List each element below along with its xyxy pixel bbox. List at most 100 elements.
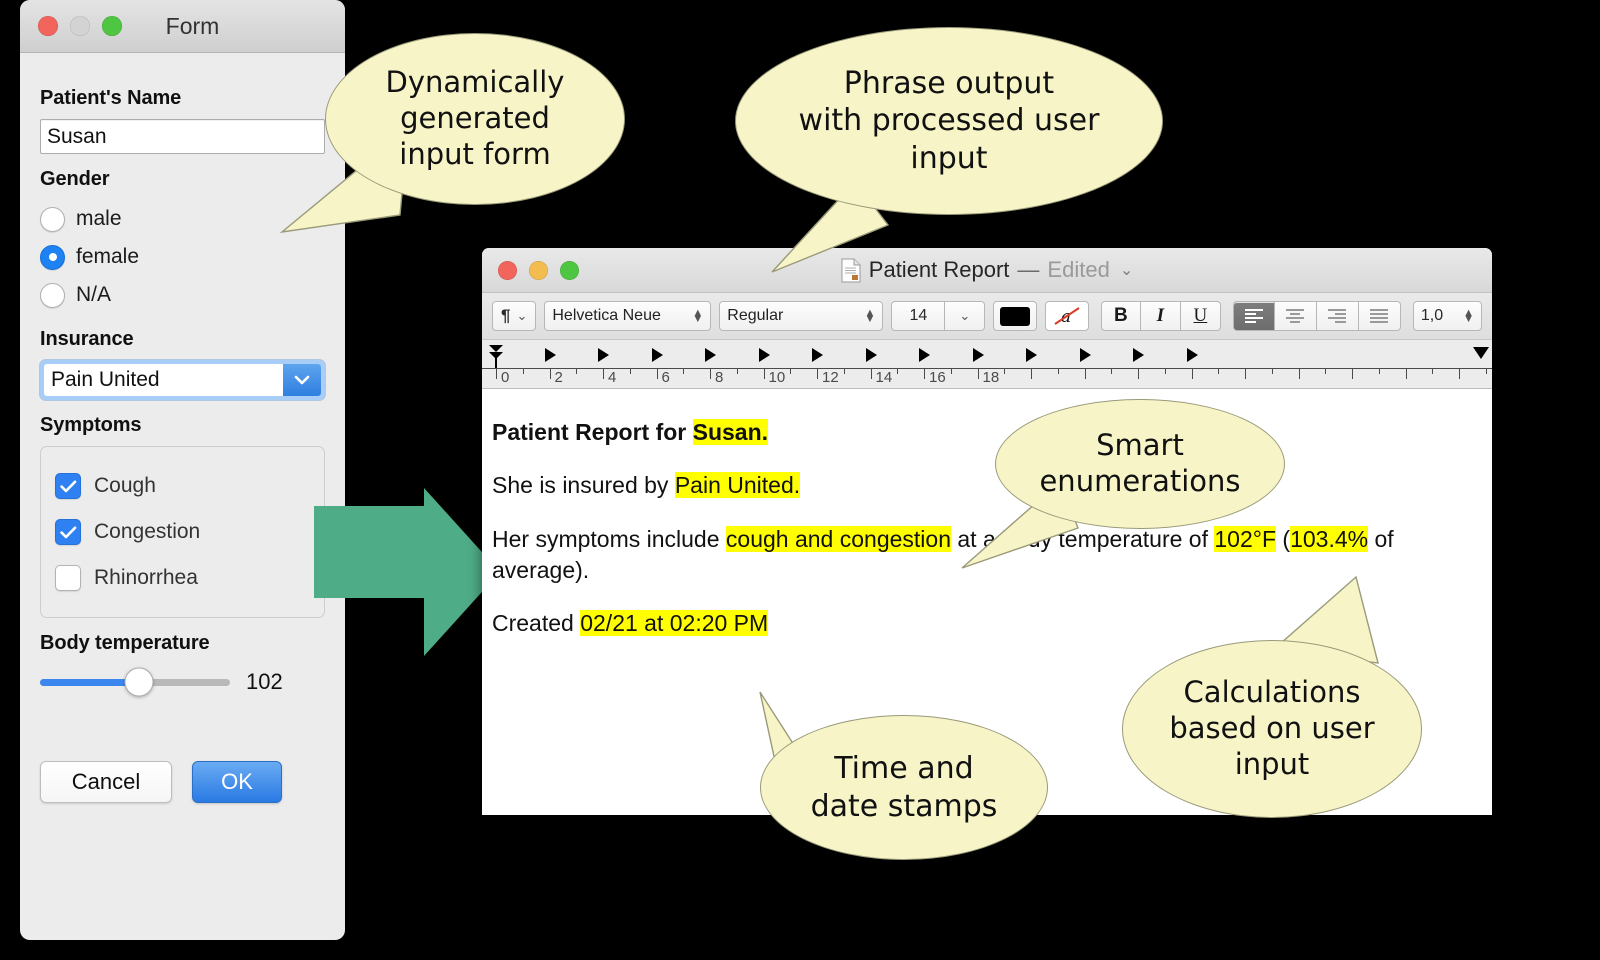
minimize-button-icon[interactable] xyxy=(70,16,90,36)
gender-option-label: male xyxy=(76,207,122,230)
ruler-tick xyxy=(603,368,604,379)
checkbox-checked-icon[interactable] xyxy=(55,473,81,499)
stepper-icon: ▲ ▼ xyxy=(1463,307,1475,325)
ruler-tick xyxy=(1218,368,1220,374)
chevron-down-icon: ⌄ xyxy=(959,308,971,323)
radio-icon[interactable] xyxy=(40,206,65,232)
line-spacing-select[interactable]: 1,0 ▲ ▼ xyxy=(1412,301,1483,331)
radio-selected-icon[interactable] xyxy=(40,244,65,270)
ruler-tick xyxy=(1432,368,1434,374)
tab-stop-marker-icon[interactable] xyxy=(1186,348,1198,362)
font-size-input[interactable]: 14 xyxy=(891,301,946,331)
ruler-tick xyxy=(1352,368,1353,379)
callout-text: Calculations based on user input xyxy=(1169,675,1375,781)
align-right-button[interactable] xyxy=(1316,301,1359,331)
align-center-button[interactable] xyxy=(1274,301,1317,331)
body-temperature-slider-row: 102 xyxy=(40,667,325,697)
symptom-label: Cough xyxy=(94,474,156,497)
font-size-dropdown-button[interactable]: ⌄ xyxy=(945,301,986,331)
stepper-icon: ▲ ▼ xyxy=(692,307,704,325)
ok-button[interactable]: OK xyxy=(192,761,282,803)
ruler-tick xyxy=(1164,368,1166,374)
ruler-number: 4 xyxy=(608,369,617,386)
align-justify-icon xyxy=(1370,309,1389,323)
checkbox-icon[interactable] xyxy=(55,565,81,591)
highlight-color-button[interactable]: a xyxy=(1045,301,1089,331)
highlighted-run: 02/21 at 02:20 PM xyxy=(580,610,769,637)
gender-radio-female[interactable]: female xyxy=(40,238,325,276)
align-justify-button[interactable] xyxy=(1358,301,1401,331)
tab-stop-marker-icon[interactable] xyxy=(544,348,556,362)
tab-stop-marker-icon[interactable] xyxy=(598,348,609,362)
insurance-label: Insurance xyxy=(40,328,134,350)
tab-stop-marker-icon[interactable] xyxy=(758,348,770,362)
text-color-button[interactable] xyxy=(993,301,1038,331)
italic-button[interactable]: I xyxy=(1140,301,1181,331)
align-left-button[interactable] xyxy=(1232,301,1275,331)
ruler-tick xyxy=(736,368,738,374)
paragraph-style-button[interactable]: ¶ ⌄ xyxy=(492,301,537,331)
callout-bubble: Smart enumerations xyxy=(995,399,1285,529)
tab-stop-marker-icon[interactable] xyxy=(1026,348,1037,362)
ruler-tick xyxy=(790,368,792,374)
close-button-icon[interactable] xyxy=(38,16,58,36)
ruler-tick xyxy=(710,368,711,379)
chevron-down-icon: ⌄ xyxy=(516,308,528,323)
ruler-tick xyxy=(924,368,925,379)
text-run: She is insured by xyxy=(492,472,675,499)
cancel-button[interactable]: Cancel xyxy=(40,761,172,803)
tab-stop-marker-icon[interactable] xyxy=(1133,348,1144,362)
font-size-group: 14 ⌄ xyxy=(891,301,986,331)
radio-icon[interactable] xyxy=(40,282,65,308)
insurance-select-focusring: Pain United xyxy=(40,360,325,400)
underline-button[interactable]: U xyxy=(1180,301,1221,331)
slider-knob[interactable] xyxy=(124,667,154,697)
minimize-button-icon[interactable] xyxy=(529,260,548,280)
chevron-down-icon[interactable]: ⌄ xyxy=(1120,260,1133,280)
bold-button[interactable]: B xyxy=(1100,301,1141,331)
callout-bubble: Dynamically generated input form xyxy=(325,33,625,205)
title-dash: — xyxy=(1017,257,1040,282)
gender-radio-na[interactable]: N/A xyxy=(40,276,325,314)
color-swatch-icon xyxy=(1000,306,1031,326)
tab-stop-marker-icon[interactable] xyxy=(705,348,716,362)
ruler-tick xyxy=(629,368,631,374)
ruler-number: 10 xyxy=(768,369,786,386)
body-temperature-slider[interactable] xyxy=(40,667,230,697)
tab-stop-marker-icon[interactable] xyxy=(1079,348,1091,362)
highlighted-run: Pain United. xyxy=(674,472,801,499)
patient-name-label: Patient's Name xyxy=(40,87,182,109)
gender-option-label: female xyxy=(76,245,140,268)
ruler-tick xyxy=(1245,368,1246,379)
insurance-select[interactable]: Pain United xyxy=(44,364,321,396)
ruler-tick xyxy=(1191,368,1193,379)
symptom-checkbox-cough[interactable]: Cough xyxy=(55,463,310,509)
font-style-select[interactable]: Regular ▲ ▼ xyxy=(719,301,884,331)
zoom-button-icon[interactable] xyxy=(102,16,122,36)
symptom-checkbox-congestion[interactable]: Congestion xyxy=(55,509,310,555)
close-button-icon[interactable] xyxy=(498,260,517,280)
ruler-tick xyxy=(656,368,658,379)
callout-text: Dynamically generated input form xyxy=(385,65,565,171)
right-indent-marker-icon[interactable] xyxy=(1472,346,1490,360)
tab-stop-marker-icon[interactable] xyxy=(651,348,663,362)
chevron-down-icon[interactable] xyxy=(283,364,321,396)
document-ruler[interactable]: 0 2 4 6 8 10 12 14 16 18 xyxy=(482,340,1492,389)
document-paragraph[interactable]: Patient Report for Susan. xyxy=(482,417,1492,448)
ruler-number: 18 xyxy=(982,369,1000,386)
ruler-tick xyxy=(496,368,497,379)
flow-arrow-icon xyxy=(314,488,500,656)
ruler-number: 2 xyxy=(554,369,563,386)
tab-stop-marker-icon[interactable] xyxy=(865,348,877,362)
font-family-select[interactable]: Helvetica Neue ▲ ▼ xyxy=(544,301,712,331)
symptom-checkbox-rhinorrhea[interactable]: Rhinorrhea xyxy=(55,555,310,601)
edited-status-label: Edited xyxy=(1047,257,1110,282)
textedit-traffic-lights xyxy=(498,260,579,280)
tab-stop-marker-icon[interactable] xyxy=(919,348,930,362)
tab-stop-marker-icon[interactable] xyxy=(812,348,823,362)
checkbox-checked-icon[interactable] xyxy=(55,519,81,545)
tab-stop-marker-icon[interactable] xyxy=(972,348,984,362)
zoom-button-icon[interactable] xyxy=(560,260,579,280)
font-family-value: Helvetica Neue xyxy=(552,307,661,324)
ruler-tick xyxy=(1031,368,1032,379)
